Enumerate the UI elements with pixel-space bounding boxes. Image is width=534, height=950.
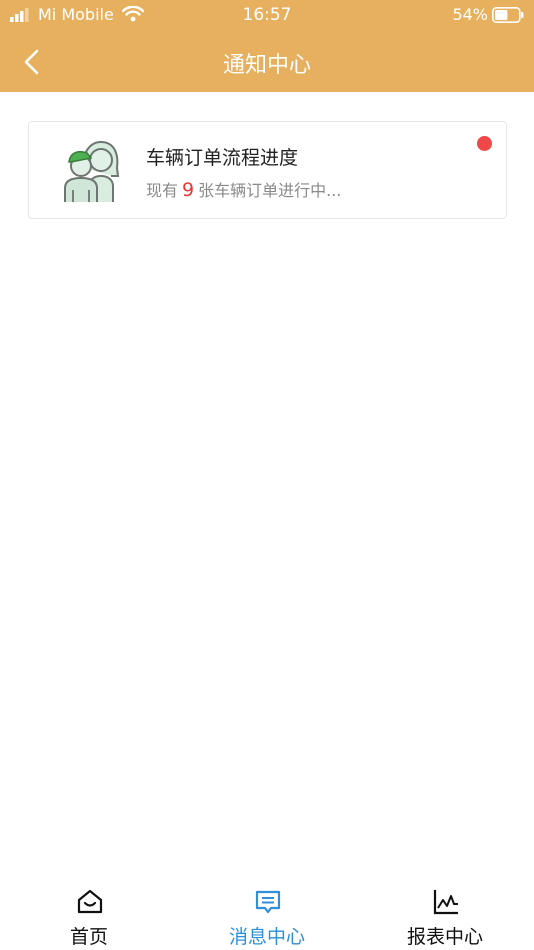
tab-messages-label: 消息中心 <box>228 926 305 948</box>
tab-home-label: 首页 <box>69 926 108 948</box>
status-bar: Mi Mobile 16:57 54% <box>0 0 534 30</box>
unread-badge <box>477 136 492 151</box>
tab-reports-label: 报表中心 <box>406 926 483 948</box>
notification-card[interactable]: 车辆订单流程进度 现有 9 张车辆订单进行中... <box>28 121 507 219</box>
order-count: 9 <box>182 179 195 201</box>
message-icon <box>255 890 281 914</box>
tab-home[interactable]: 首页 <box>0 880 178 950</box>
tab-bar: 首页 消息中心 报表中心 <box>0 880 534 950</box>
notification-summary: 现有 9 张车辆订单进行中... <box>146 177 341 201</box>
tab-messages[interactable]: 消息中心 <box>178 880 356 950</box>
navigation-bar: 通知中心 <box>0 30 534 92</box>
home-icon <box>77 889 103 914</box>
chart-icon <box>433 890 458 915</box>
battery-percent: 54% <box>452 5 488 24</box>
users-icon <box>64 140 120 202</box>
header-bar: Mi Mobile 16:57 54% 通知中心 <box>0 0 534 92</box>
page-title: 通知中心 <box>222 53 311 78</box>
notification-title: 车辆订单流程进度 <box>146 147 299 169</box>
tab-reports[interactable]: 报表中心 <box>356 880 534 950</box>
summary-suffix: 张车辆订单进行中... <box>198 181 342 200</box>
battery-icon <box>492 7 524 23</box>
summary-prefix: 现有 <box>146 181 179 200</box>
